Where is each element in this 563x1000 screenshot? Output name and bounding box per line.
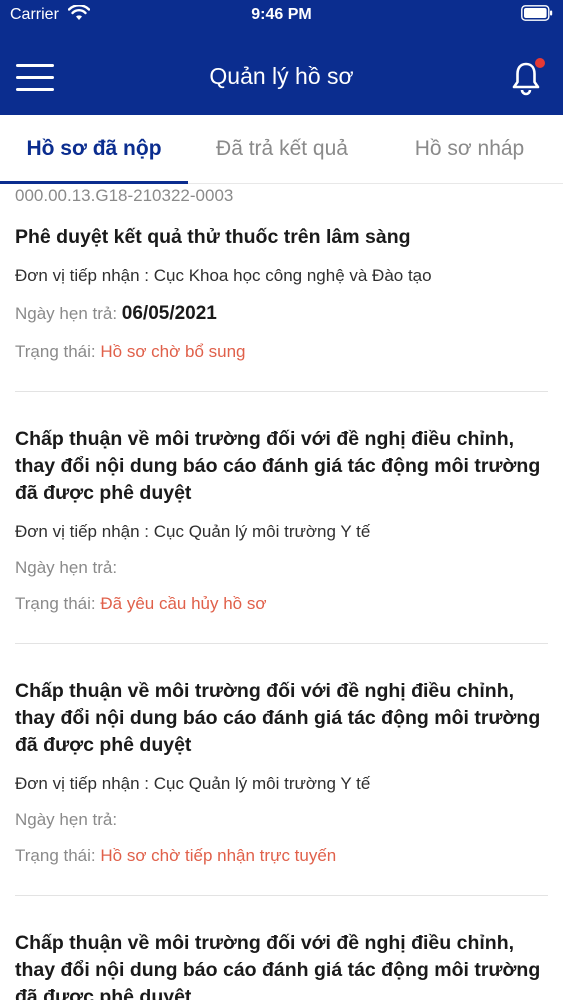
- receiver-value: Cục Quản lý môi trường Y tế: [153, 774, 371, 793]
- record-code: 000.00.13.G18-210322-0003: [15, 186, 234, 205]
- app-header: Carrier 9:46 PM Quản lý hồ sơ: [0, 0, 563, 115]
- record-title: Chấp thuận về môi trường đối với đề nghị…: [15, 932, 541, 1000]
- receiver-label: Đơn vị tiếp nhận :: [15, 266, 154, 285]
- due-label: Ngày hẹn trả:: [15, 304, 122, 323]
- record-receiver: Đơn vị tiếp nhận : Cục Khoa học công ngh…: [15, 265, 548, 287]
- records-list[interactable]: 000.00.13.G18-210322-0003 Phê duyệt kết …: [0, 184, 563, 1000]
- due-label: Ngày hẹn trả:: [15, 810, 118, 829]
- record-status: Trạng thái: Hồ sơ chờ bổ sung: [15, 341, 548, 363]
- status-value: Đã yêu cầu hủy hồ sơ: [100, 594, 267, 613]
- due-label: Ngày hẹn trả:: [15, 558, 118, 577]
- record-item[interactable]: Chấp thuận về môi trường đối với đề nghị…: [15, 644, 548, 896]
- status-value: Hồ sơ chờ tiếp nhận trực tuyến: [100, 846, 337, 865]
- record-due: Ngày hẹn trả:: [15, 557, 548, 579]
- tab-submitted[interactable]: Hồ sơ đã nộp: [0, 115, 188, 183]
- receiver-label: Đơn vị tiếp nhận :: [15, 774, 154, 793]
- record-item[interactable]: Chấp thuận về môi trường đối với đề nghị…: [15, 392, 548, 644]
- receiver-value: Cục Khoa học công nghệ và Đào tạo: [153, 266, 432, 285]
- record-item[interactable]: Chấp thuận về môi trường đối với đề nghị…: [15, 896, 548, 1000]
- record-item[interactable]: 000.00.13.G18-210322-0003 Phê duyệt kết …: [15, 184, 548, 392]
- record-title: Phê duyệt kết quả thử thuốc trên lâm sàn…: [15, 226, 411, 248]
- status-label: Trạng thái:: [15, 846, 101, 865]
- tab-results-returned[interactable]: Đã trả kết quả: [188, 115, 376, 183]
- tab-drafts[interactable]: Hồ sơ nháp: [376, 115, 563, 183]
- record-receiver: Đơn vị tiếp nhận : Cục Quản lý môi trườn…: [15, 773, 548, 795]
- record-status: Trạng thái: Đã yêu cầu hủy hồ sơ: [15, 593, 548, 615]
- record-title: Chấp thuận về môi trường đối với đề nghị…: [15, 428, 541, 504]
- status-bar: Carrier 9:46 PM: [0, 0, 563, 32]
- record-due: Ngày hẹn trả: 06/05/2021: [15, 303, 548, 325]
- record-status: Trạng thái: Hồ sơ chờ tiếp nhận trực tuy…: [15, 845, 548, 867]
- status-label: Trạng thái:: [15, 594, 101, 613]
- status-label: Trạng thái:: [15, 342, 101, 361]
- battery-icon: [521, 5, 553, 21]
- clock: 9:46 PM: [251, 6, 312, 23]
- receiver-label: Đơn vị tiếp nhận :: [15, 522, 154, 541]
- navigation-bar: Quản lý hồ sơ: [0, 44, 563, 114]
- status-value: Hồ sơ chờ bổ sung: [100, 342, 246, 361]
- notifications-button[interactable]: [511, 58, 545, 96]
- receiver-value: Cục Quản lý môi trường Y tế: [153, 522, 371, 541]
- record-receiver: Đơn vị tiếp nhận : Cục Quản lý môi trườn…: [15, 521, 548, 543]
- notification-badge: [535, 58, 545, 68]
- tab-bar: Hồ sơ đã nộp Đã trả kết quả Hồ sơ nháp: [0, 115, 563, 184]
- page-title: Quản lý hồ sơ: [209, 63, 354, 89]
- due-date: 06/05/2021: [121, 303, 217, 324]
- record-title: Chấp thuận về môi trường đối với đề nghị…: [15, 680, 541, 756]
- record-due: Ngày hẹn trả:: [15, 809, 548, 831]
